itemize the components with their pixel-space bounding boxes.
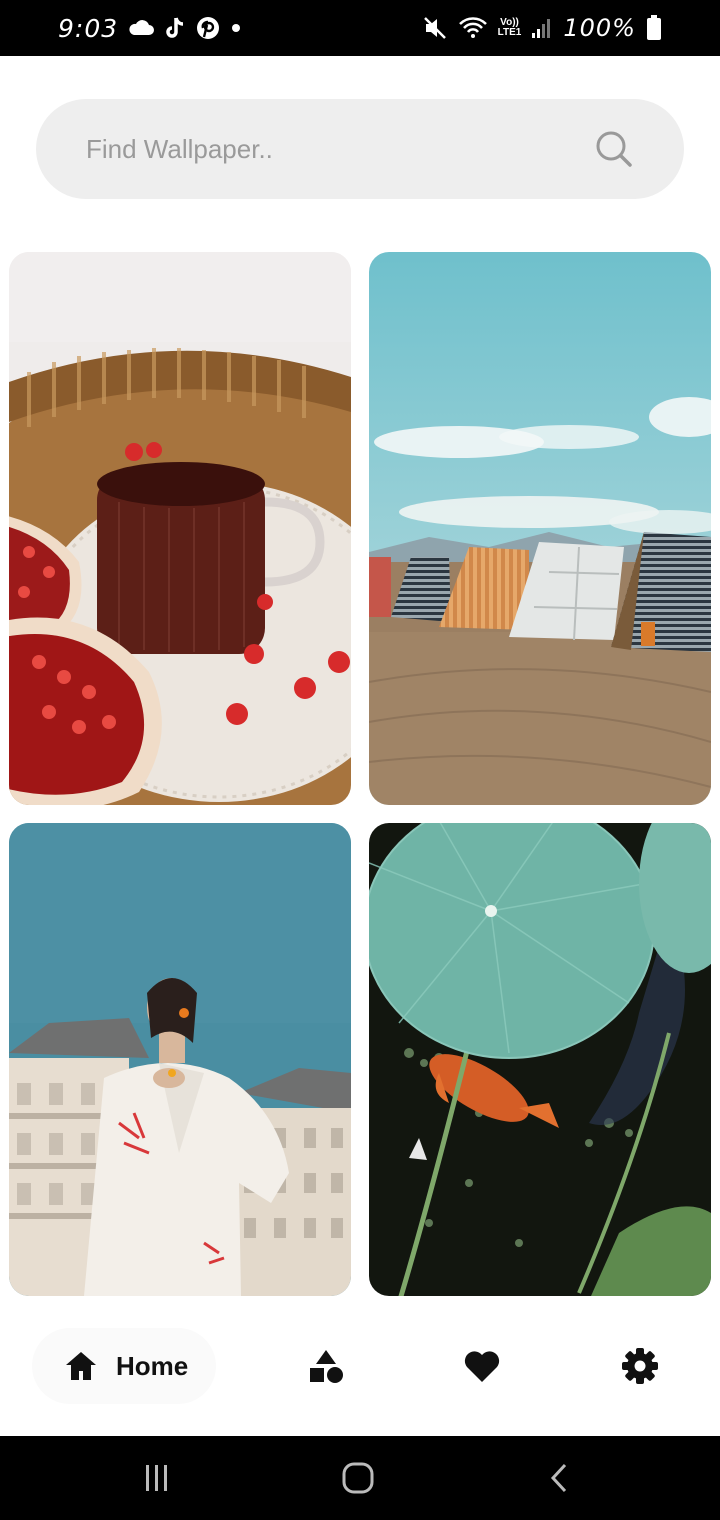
recents-icon [146,1465,167,1491]
home-icon [66,1352,96,1380]
settings-icon [622,1348,658,1384]
signal-icon [532,19,551,38]
nav-home-label: Home [116,1350,189,1381]
wallpaper-image [369,252,711,805]
back-button[interactable] [540,1458,580,1498]
wallpaper-card-beach-tents[interactable] [369,252,711,805]
wifi-icon [458,17,487,38]
categories-icon [310,1350,343,1383]
wallpaper-image [369,823,711,1296]
bottom-navigation: Home [0,1296,720,1436]
wallpaper-card-woman-building[interactable] [9,823,351,1296]
wallpaper-image [9,823,351,1296]
pinterest-icon [197,17,220,39]
search-input[interactable] [86,133,594,165]
battery-icon [647,15,661,40]
nav-settings[interactable] [620,1346,660,1386]
nav-categories[interactable] [306,1346,346,1386]
dot-icon [232,24,241,32]
nav-home[interactable]: Home [32,1328,216,1404]
back-icon [550,1463,567,1493]
battery-percent: 100% [563,14,636,42]
wallpaper-image [9,252,351,805]
cloud-icon [129,20,155,35]
wallpaper-card-lotus-koi[interactable] [369,823,711,1296]
status-left: 9:03 [58,14,242,43]
nav-favorites[interactable] [462,1346,502,1386]
system-navigation-bar [0,1436,720,1520]
lte-indicator: Vo)) LTE1 [498,18,522,38]
status-time: 9:03 [58,13,119,43]
heart-icon [464,1351,500,1382]
search-icon[interactable] [594,129,634,169]
tiktok-icon [166,17,184,38]
home-button[interactable] [338,1458,378,1498]
status-bar: 9:03 Vo)) LTE1 100% [0,0,720,56]
search-bar[interactable] [36,99,684,199]
lte-bottom: LTE1 [497,27,522,38]
status-right: Vo)) LTE1 100% [422,14,662,42]
app-screen: 9:03 Vo)) LTE1 100% Find Wallpaper.. Hom… [0,0,720,1520]
mute-icon [423,17,446,39]
wallpaper-card-pomegranate[interactable] [9,252,351,805]
recents-button[interactable] [137,1458,177,1498]
home-circle-icon [342,1462,374,1494]
